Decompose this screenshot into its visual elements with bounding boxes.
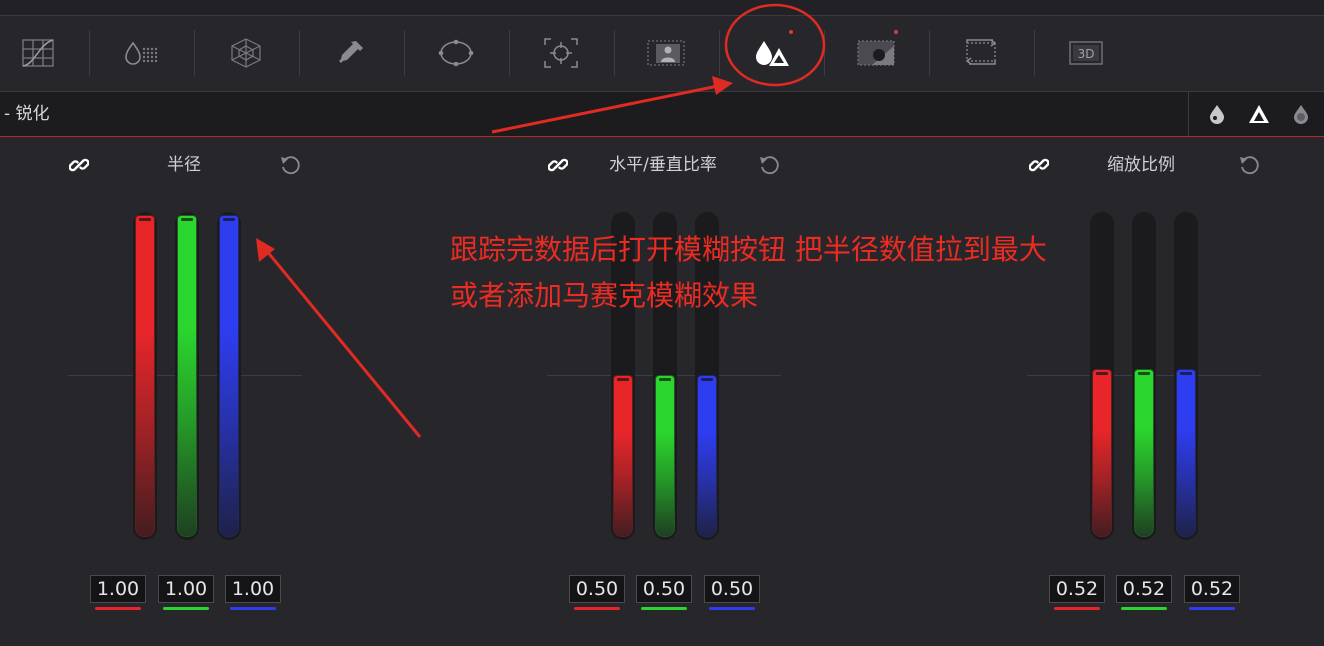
mode-buttons — [1188, 92, 1324, 136]
annotation-line-2: 或者添加马赛克模糊效果 — [450, 279, 759, 312]
channel-underline-blue — [230, 607, 276, 610]
slider-track-green[interactable] — [1132, 212, 1156, 540]
reset-icon[interactable] — [757, 153, 781, 177]
group-label-aspect-ratio: 水平/垂直比率 — [609, 155, 717, 175]
slider-fill-red — [1093, 370, 1111, 536]
curves-icon[interactable] — [0, 16, 90, 90]
slider-track-blue[interactable] — [217, 212, 241, 540]
group-label-scaling: 缩放比例 — [1107, 155, 1175, 175]
channel-underline-red — [1054, 607, 1100, 610]
reset-icon[interactable] — [278, 153, 302, 177]
slider-track-red[interactable] — [1090, 212, 1114, 540]
top-strip — [0, 0, 1324, 16]
link-icon[interactable] — [546, 153, 570, 177]
annotation-line-1: 跟踪完数据后打开模糊按钮 把半径数值拉到最大 — [450, 233, 1047, 266]
qualifier-eyedropper-icon[interactable] — [298, 16, 403, 90]
channel-underline-blue — [1189, 607, 1235, 610]
page-title: - 锐化 — [4, 104, 50, 124]
link-icon[interactable] — [67, 153, 91, 177]
reset-icon[interactable] — [1237, 153, 1261, 177]
palette-toolbar: 3D — [0, 16, 1324, 90]
slider-fill-red — [614, 376, 632, 536]
value-field-blue[interactable]: 1.00 — [225, 575, 281, 603]
slider-fill-red — [136, 216, 154, 536]
value-field-blue[interactable]: 0.52 — [1184, 575, 1240, 603]
slider-track-red[interactable] — [133, 212, 157, 540]
value-field-green[interactable]: 0.52 — [1116, 575, 1172, 603]
slider-fill-blue — [220, 216, 238, 536]
3d-label: 3D — [1077, 47, 1094, 61]
value-field-red[interactable]: 0.52 — [1049, 575, 1105, 603]
slider-track-blue[interactable] — [1174, 212, 1198, 540]
slider-fill-green — [178, 216, 196, 536]
slider-fill-blue — [698, 376, 716, 536]
tracker-icon[interactable] — [508, 16, 613, 90]
value-field-blue[interactable]: 0.50 — [704, 575, 760, 603]
channel-underline-green — [641, 607, 687, 610]
3d-icon[interactable]: 3D — [1033, 16, 1138, 90]
mist-drop-icon[interactable] — [1289, 102, 1313, 126]
slider-fill-green — [656, 376, 674, 536]
channel-underline-green — [163, 607, 209, 610]
value-field-red[interactable]: 1.00 — [90, 575, 146, 603]
active-indicator-dot — [789, 30, 793, 34]
blur-drop-icon[interactable] — [1205, 102, 1229, 126]
value-field-red[interactable]: 0.50 — [569, 575, 625, 603]
channel-underline-green — [1121, 607, 1167, 610]
key-icon[interactable] — [823, 16, 928, 90]
group-label-radius: 半径 — [167, 155, 201, 175]
slider-fill-blue — [1177, 370, 1195, 536]
key-indicator-dot — [894, 30, 898, 34]
channel-underline-red — [95, 607, 141, 610]
sharpen-triangle-icon[interactable] — [1247, 102, 1271, 126]
power-window-icon[interactable] — [403, 16, 508, 90]
slider-fill-green — [1135, 370, 1153, 536]
color-warper-icon[interactable] — [88, 16, 193, 90]
channel-underline-blue — [709, 607, 755, 610]
value-field-green[interactable]: 1.00 — [158, 575, 214, 603]
link-icon[interactable] — [1027, 153, 1051, 177]
color-warper-mesh-icon[interactable] — [193, 16, 298, 90]
slider-track-green[interactable] — [175, 212, 199, 540]
annotation-arrow-left — [256, 238, 422, 438]
sizing-icon[interactable] — [928, 16, 1033, 90]
value-field-green[interactable]: 0.50 — [636, 575, 692, 603]
magic-mask-icon[interactable] — [613, 16, 718, 90]
palette-title-bar: - 锐化 — [0, 91, 1324, 137]
blur-icon[interactable] — [718, 16, 823, 90]
channel-underline-red — [574, 607, 620, 610]
